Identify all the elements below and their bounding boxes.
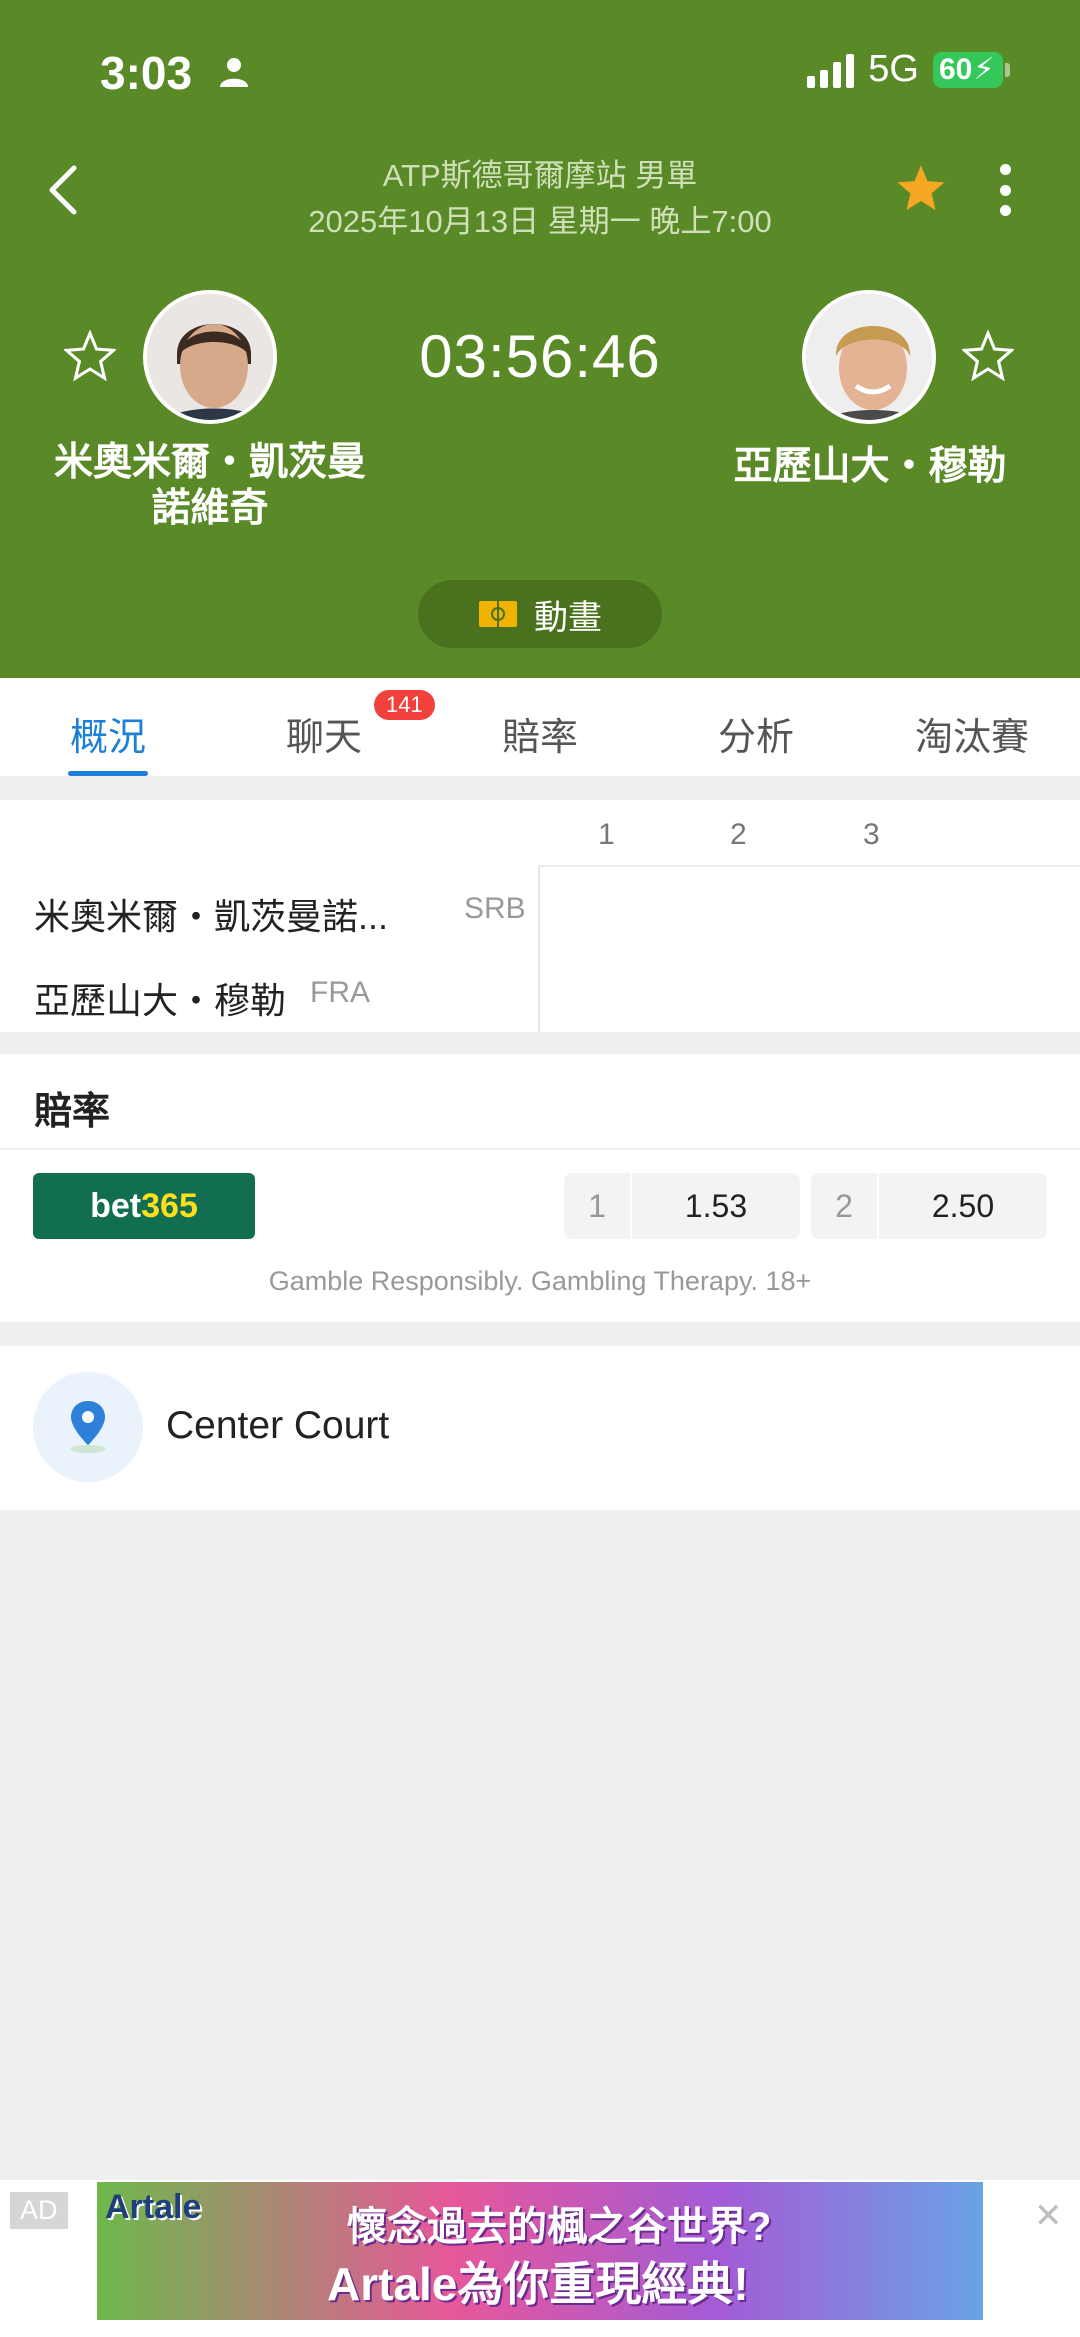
network-label: 5G [868,48,919,90]
player2-avatar[interactable] [802,290,936,424]
odds-away-key: 2 [811,1173,879,1239]
ad-close-icon[interactable]: ✕ [1034,2196,1063,2236]
odds-title: 賠率 [34,1091,111,1133]
court-icon [479,601,517,627]
score-row-player1[interactable]: 米奧米爾・凱茨曼諾... [34,888,388,940]
signal-icon [807,52,855,88]
tab-overview[interactable]: 概況 [0,678,216,776]
ad-tag: AD [10,2192,68,2229]
bookmaker-logo[interactable]: bet 365 [33,1173,255,1239]
scoreboard-divider [538,866,540,1032]
follow-player1-star-icon[interactable] [64,330,116,382]
odds-divider [0,1148,1080,1150]
set-header-3: 3 [863,818,880,851]
venue-card [0,1346,1080,1510]
location-pin-icon [33,1372,143,1482]
tab-knockout[interactable]: 淘汰賽 [864,678,1080,776]
ad-brand: Artale [105,2188,202,2226]
ad-banner[interactable]: Artale 懷念過去的楓之谷世界? Artale為你重現經典! [97,2182,983,2320]
battery-level: 60 [939,52,973,86]
match-detail-screen: 3:03 5G 60 ⚡ ATP斯德哥爾摩站 男單 2025年10月13日 星期一… [0,0,1080,2337]
player2-country: FRA [310,976,370,1009]
animation-button[interactable]: 動畫 [418,580,662,648]
tab-chat[interactable]: 聊天 141 [216,678,435,776]
status-indicators: 5G 60 ⚡ [807,48,1010,91]
venue-name: Center Court [166,1404,390,1447]
odds-away-button[interactable]: 2 2.50 [811,1173,1047,1239]
person-icon [220,58,248,87]
ad-headline: 懷念過去的楓之谷世界? [347,2205,772,2249]
player1-country: SRB [464,892,526,925]
match-header: 3:03 5G 60 ⚡ ATP斯德哥爾摩站 男單 2025年10月13日 星期一… [0,0,1080,678]
more-options-button[interactable] [990,160,1020,220]
odds-home-button[interactable]: 1 1.53 [564,1173,800,1239]
follow-player2-star-icon[interactable] [962,330,1014,382]
score-row-player2[interactable]: 亞歷山大・穆勒 [34,972,286,1024]
set-header-divider [538,865,1080,867]
player2-name[interactable]: 亞歷山大・穆勒 [700,444,1040,490]
chat-count-badge: 141 [374,690,435,720]
player1-avatar[interactable] [143,290,277,424]
match-datetime: 2025年10月13日 星期一 晚上7:00 [308,204,772,239]
set-header-1: 1 [598,818,615,851]
set-header-2: 2 [730,818,747,851]
match-timer: 03:56:46 [419,323,661,390]
ad-subheadline: Artale為你重現經典! [327,2258,749,2310]
odds-home-value: 1.53 [684,1187,748,1224]
tab-analysis[interactable]: 分析 [648,678,864,776]
back-button[interactable] [40,160,90,220]
tab-bar: 概況 聊天 141 賠率 分析 淘汰賽 [0,678,1080,776]
animation-label: 動畫 [534,598,602,637]
favorite-star-icon[interactable] [895,162,947,214]
odds-home-key: 1 [564,1173,632,1239]
tab-odds[interactable]: 賠率 [432,678,648,776]
player1-name[interactable]: 米奧米爾・凱茨曼 諾維奇 [30,440,390,532]
odds-away-value: 2.50 [931,1187,995,1224]
gamble-disclaimer[interactable]: Gamble Responsibly. Gambling Therapy. 18… [0,1266,1080,1297]
status-time: 3:03 [100,47,193,99]
battery-icon: 60 ⚡ [933,51,1010,88]
tournament-title: ATP斯德哥爾摩站 男單 [382,158,698,193]
